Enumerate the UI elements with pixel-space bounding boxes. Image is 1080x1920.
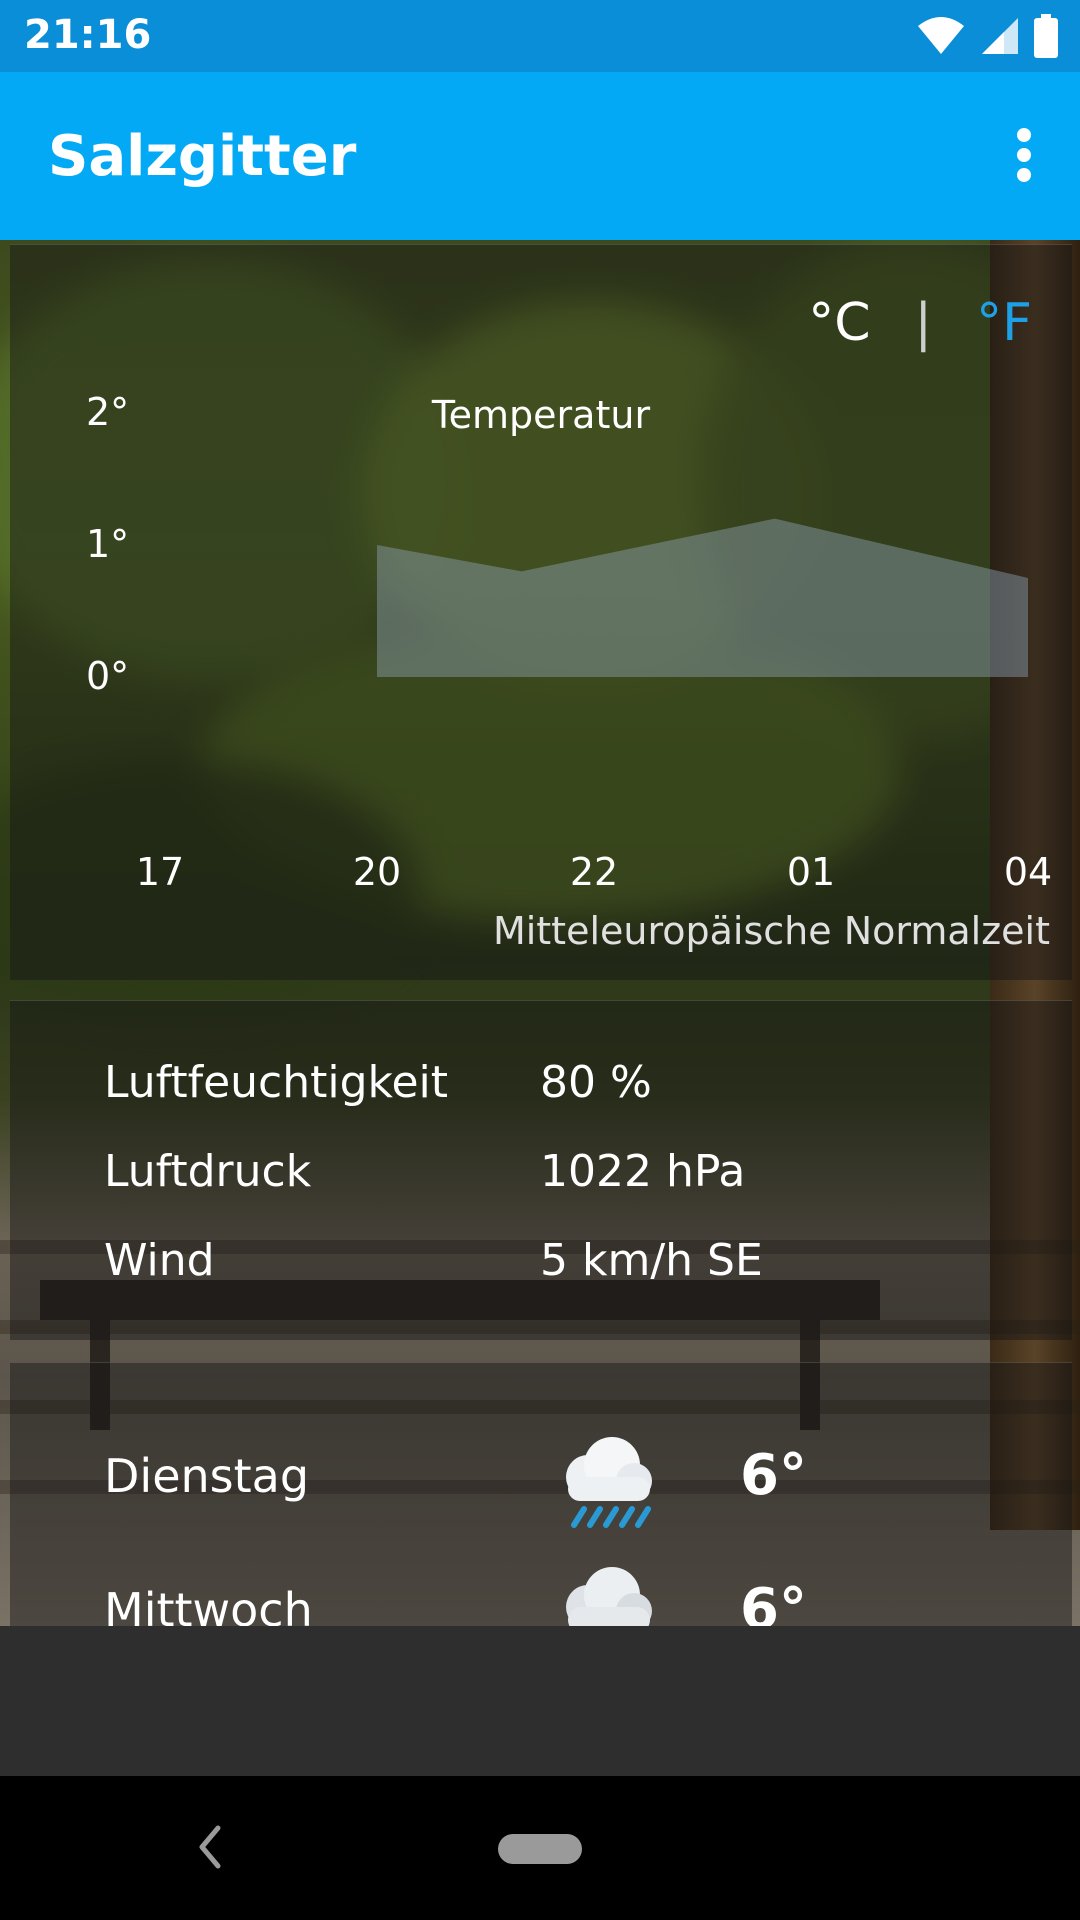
screen: 21:16 Salzgitter °C | °F Temperatur 2° 1° bbox=[0, 0, 1080, 1920]
forecast-row[interactable]: Mittwoch 6° bbox=[104, 1563, 1004, 1626]
wifi-icon bbox=[918, 17, 964, 54]
detail-value: 5 km/h SE bbox=[540, 1235, 763, 1286]
back-icon[interactable] bbox=[190, 1822, 230, 1872]
x-tick-label: 20 bbox=[353, 850, 401, 894]
weather-details-card: Luftfeuchtigkeit 80 % Luftdruck 1022 hPa W… bbox=[10, 1000, 1072, 1340]
app-bar: Salzgitter bbox=[0, 72, 1080, 240]
detail-row-wind: Wind 5 km/h SE bbox=[104, 1235, 763, 1286]
status-icons bbox=[916, 14, 1058, 58]
y-tick-label: 1° bbox=[86, 522, 129, 566]
battery-icon bbox=[1034, 14, 1058, 58]
app-title: Salzgitter bbox=[48, 124, 357, 189]
temperature-chart-card: °C | °F Temperatur 2° 1° 0° 17 20 22 01 04 Mittel… bbox=[10, 244, 1072, 980]
overflow-menu-icon[interactable] bbox=[996, 124, 1052, 188]
detail-label: Luftfeuchtigkeit bbox=[104, 1057, 448, 1108]
forecast-day: Mittwoch bbox=[104, 1583, 313, 1626]
navigation-bar bbox=[0, 1776, 1080, 1920]
detail-row-humidity: Luftfeuchtigkeit 80 % bbox=[104, 1057, 652, 1108]
temperature-area bbox=[377, 518, 1028, 677]
forecast-temp: 6° bbox=[740, 1577, 807, 1626]
detail-value: 80 % bbox=[540, 1057, 652, 1108]
forecast-row[interactable]: Dienstag 6° bbox=[104, 1429, 1004, 1549]
chart-timezone-label: Mitteleuropäische Normalzeit bbox=[492, 909, 1050, 953]
home-pill[interactable] bbox=[498, 1834, 582, 1864]
detail-row-pressure: Luftdruck 1022 hPa bbox=[104, 1146, 745, 1197]
detail-label: Wind bbox=[104, 1235, 215, 1286]
rain-cloud-icon bbox=[566, 1437, 652, 1528]
x-tick-label: 01 bbox=[787, 850, 835, 894]
detail-label: Luftdruck bbox=[104, 1146, 312, 1197]
cloud-icon bbox=[566, 1567, 652, 1626]
bottom-panel bbox=[0, 1626, 1080, 1776]
x-tick-label: 17 bbox=[136, 850, 184, 894]
forecast-day: Dienstag bbox=[104, 1449, 310, 1503]
y-tick-label: 0° bbox=[86, 654, 129, 698]
status-bar: 21:16 bbox=[0, 0, 1080, 72]
forecast-list: Dienstag 6° Mittwoch 6° bbox=[10, 1362, 1072, 1626]
y-tick-label: 2° bbox=[86, 390, 129, 434]
forecast-temp: 6° bbox=[740, 1443, 807, 1508]
detail-value: 1022 hPa bbox=[540, 1146, 746, 1197]
cell-signal-icon bbox=[982, 18, 1018, 54]
status-time: 21:16 bbox=[24, 12, 152, 58]
temperature-chart: 2° 1° 0° 17 20 22 01 04 bbox=[86, 390, 1052, 894]
x-tick-label: 22 bbox=[570, 850, 618, 894]
x-tick-label: 04 bbox=[1004, 850, 1052, 894]
